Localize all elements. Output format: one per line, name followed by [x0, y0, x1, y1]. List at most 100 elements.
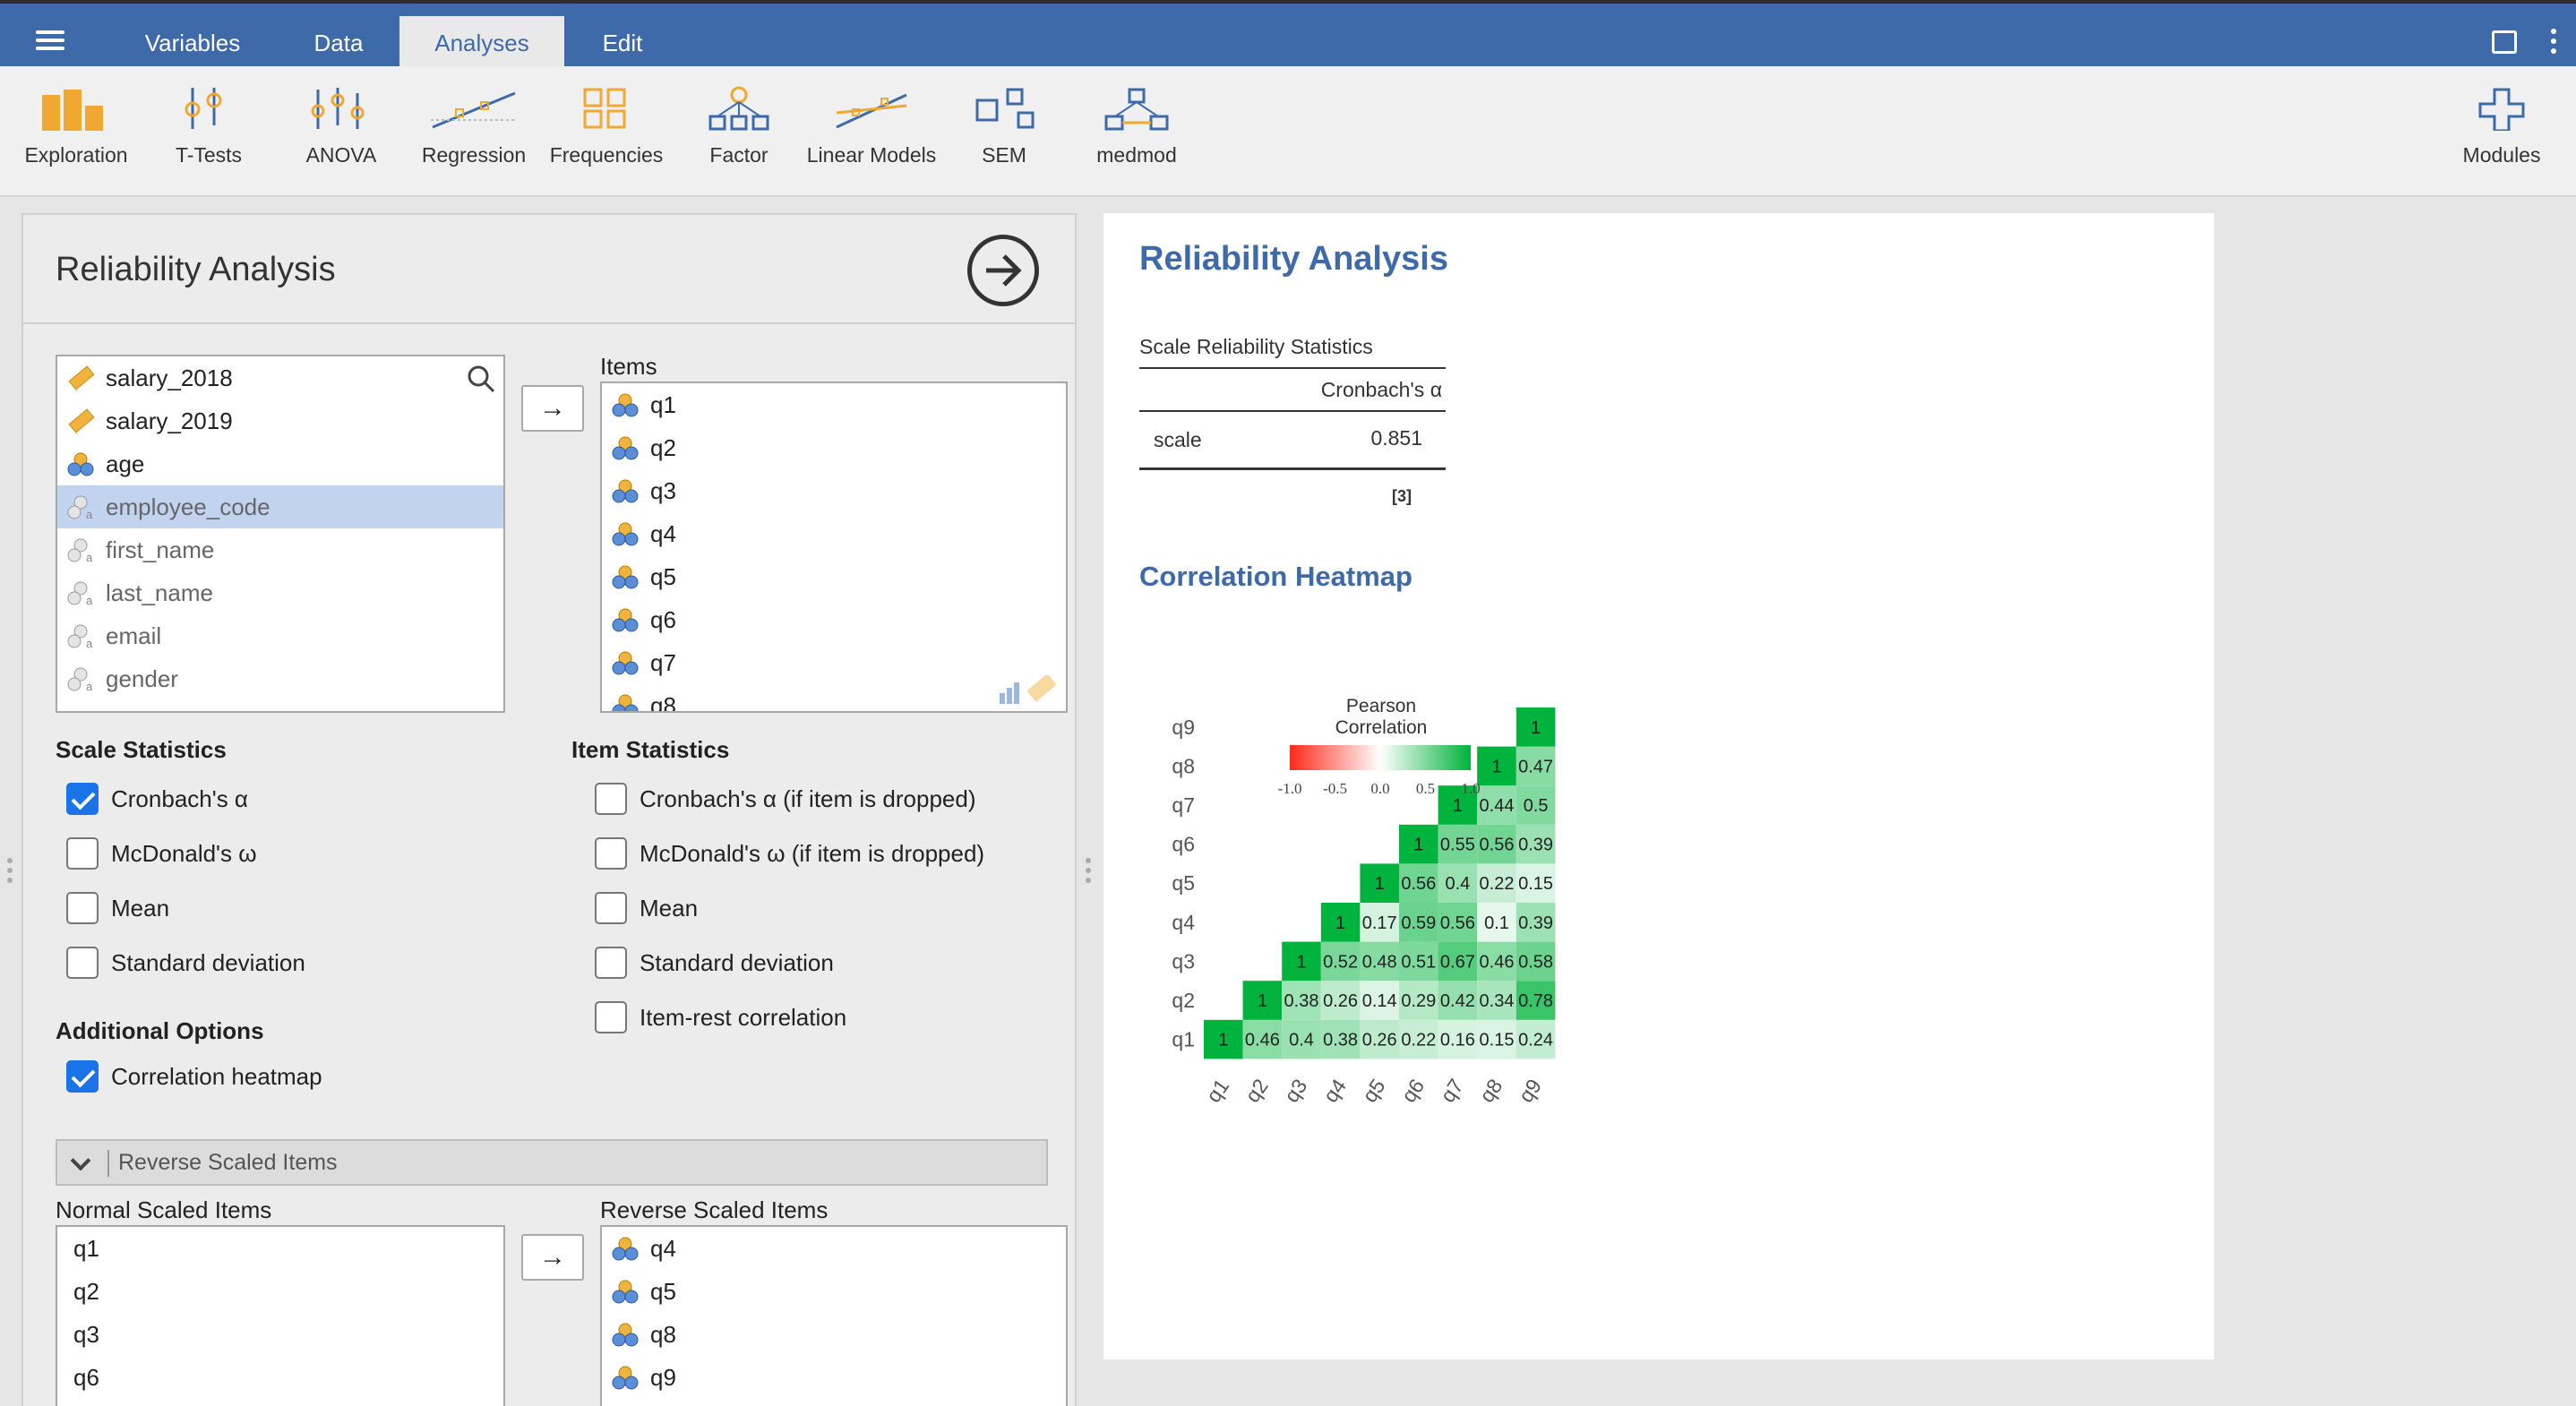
variable-list[interactable]: salary_2018 salary_2019 age a employee_code a…	[56, 355, 505, 713]
checkbox-empty-icon	[595, 783, 627, 815]
item-item-rest-correlation-checkbox[interactable]: Item-rest correlation	[595, 999, 846, 1035]
heatmap-x-tick-label: q9	[1514, 1075, 1546, 1107]
variable-nominal-icon	[612, 1366, 639, 1390]
scale-mcdonald-s-checkbox[interactable]: McDonald's ω	[66, 836, 257, 871]
variable-id-icon: a	[67, 495, 93, 519]
modules-button[interactable]: Modules	[2434, 86, 2569, 167]
item-mcdonald-s-if-item-is-dropped-checkbox[interactable]: McDonald's ω (if item is dropped)	[595, 836, 984, 871]
variable-item-employee-code[interactable]: a employee_code	[57, 485, 503, 528]
heatmap-cell-value: 0.34	[1480, 991, 1515, 1011]
legend-tick-label: 1.0	[1461, 780, 1480, 797]
left-splitter-handle[interactable]	[7, 858, 13, 887]
tab-analyses[interactable]: Analyses	[399, 16, 564, 70]
heatmap-y-tick-label: q7	[1172, 793, 1195, 817]
checkbox-label: Cronbach's α (if item is dropped)	[640, 785, 976, 812]
additional-correlation-heatmap-checkbox[interactable]: Correlation heatmap	[66, 1059, 322, 1094]
more-options-icon[interactable]	[2551, 29, 2556, 58]
item-standard-deviation-checkbox[interactable]: Standard deviation	[595, 945, 834, 981]
legend-title-line1: Pearson	[1346, 696, 1416, 716]
normal-item-q6[interactable]: q6	[57, 1356, 503, 1399]
heatmap-cell-value: 0.58	[1518, 952, 1553, 972]
heatmap-x-tick-label: q5	[1358, 1075, 1390, 1107]
scale-standard-deviation-checkbox[interactable]: Standard deviation	[66, 945, 305, 981]
run-analysis-button[interactable]	[967, 235, 1039, 306]
heatmap-cell-value: 1	[1258, 991, 1267, 1011]
exploration-label: Exploration	[24, 143, 128, 167]
heatmap-cell-value: 0.56	[1401, 874, 1436, 894]
item-q1[interactable]: q1	[602, 383, 1066, 426]
item-q2[interactable]: q2	[602, 426, 1066, 469]
modules-label: Modules	[2462, 143, 2541, 167]
plus-icon	[2478, 88, 2525, 131]
item-q4[interactable]: q4	[602, 512, 1066, 555]
variable-nominal-icon	[612, 479, 639, 503]
tab-data[interactable]: Data	[285, 16, 392, 70]
reverse-item-q8[interactable]: q8	[602, 1313, 1066, 1356]
reverse-item-q9[interactable]: q9	[602, 1356, 1066, 1399]
medmod-button[interactable]: medmod	[1069, 86, 1204, 167]
item-q5[interactable]: q5	[602, 555, 1066, 598]
scale-cronbach-s-checkbox[interactable]: Cronbach's α	[66, 781, 248, 817]
sem-button[interactable]: SEM	[937, 86, 1071, 167]
anova-button[interactable]: ANOVA	[274, 86, 408, 167]
exploration-button[interactable]: Exploration	[9, 86, 143, 167]
t-tests-button[interactable]: T-Tests	[142, 86, 276, 167]
scale-mean-checkbox[interactable]: Mean	[66, 890, 169, 926]
variable-item-salary-2019[interactable]: salary_2019	[57, 399, 503, 442]
linear-models-label: Linear Models	[806, 143, 937, 167]
item-label: q6	[650, 606, 676, 633]
panel-splitter-handle[interactable]	[1086, 858, 1091, 887]
variable-item-salary-2018[interactable]: salary_2018	[57, 356, 503, 399]
items-list[interactable]: q1 q2 q3 q4 q5 q6 q7 q8	[600, 382, 1068, 713]
variable-nominal-icon	[612, 436, 639, 460]
heatmap-cell-value: 1	[1531, 718, 1541, 738]
heatmap-y-tick-label: q9	[1172, 716, 1195, 739]
item-cronbach-s-if-item-is-dropped-checkbox[interactable]: Cronbach's α (if item is dropped)	[595, 781, 975, 817]
heatmap-cell-value: 0.52	[1323, 952, 1358, 972]
checkbox-empty-icon	[595, 837, 627, 870]
variable-type-icon	[1000, 675, 1057, 704]
medmod-icon	[1104, 88, 1169, 131]
factor-button[interactable]: Factor	[672, 86, 806, 167]
variable-item-first-name[interactable]: a first_name	[57, 528, 503, 571]
item-q3[interactable]: q3	[602, 469, 1066, 512]
variable-item-last-name[interactable]: a last_name	[57, 571, 503, 614]
normal-item-q3[interactable]: q3	[57, 1313, 503, 1356]
hamburger-menu-icon[interactable]	[36, 30, 64, 52]
move-to-reverse-button[interactable]: →	[521, 1234, 584, 1281]
heatmap-x-tick-label: q3	[1279, 1075, 1311, 1107]
item-q6[interactable]: q6	[602, 598, 1066, 641]
variable-item-gender[interactable]: a gender	[57, 657, 503, 700]
item-q8[interactable]: q8	[602, 684, 1066, 711]
linear-models-button[interactable]: Linear Models	[804, 86, 939, 167]
heatmap-cell-value: 1	[1491, 757, 1501, 776]
heatmap-cell-value: 0.26	[1323, 991, 1358, 1011]
normal-item-q2[interactable]: q2	[57, 1270, 503, 1313]
variable-id-icon: a	[67, 538, 93, 562]
tab-edit[interactable]: Edit	[573, 16, 672, 70]
reverse-scaled-items-section[interactable]: Reverse Scaled Items	[56, 1139, 1048, 1186]
frequencies-button[interactable]: Frequencies	[539, 86, 674, 167]
heatmap-cell-value: 0.15	[1518, 874, 1553, 894]
search-icon[interactable]	[466, 364, 496, 394]
normal-item-q1[interactable]: q1	[57, 1227, 503, 1270]
heatmap-cell-value: 0.16	[1440, 1031, 1475, 1050]
regression-button[interactable]: Regression	[407, 86, 541, 167]
anova-label: ANOVA	[305, 143, 377, 167]
reverse-item-q4[interactable]: q4	[602, 1227, 1066, 1270]
reverse-item-q5[interactable]: q5	[602, 1270, 1066, 1313]
normal-scaled-list[interactable]: q1 q2 q3 q6	[56, 1225, 505, 1406]
item-mean-checkbox[interactable]: Mean	[595, 890, 698, 926]
item-q7[interactable]: q7	[602, 641, 1066, 684]
reverse-scaled-list[interactable]: q4 q5 q8 q9	[600, 1225, 1068, 1406]
toggle-results-icon[interactable]	[2492, 30, 2517, 54]
checkbox-label: Item-rest correlation	[640, 1004, 847, 1031]
variable-item-email[interactable]: a email	[57, 614, 503, 657]
title-divider	[23, 322, 1077, 324]
tab-variables[interactable]: Variables	[115, 16, 270, 70]
factor-icon	[708, 86, 769, 131]
move-to-items-button[interactable]: →	[521, 385, 584, 432]
normal-item-label: q1	[73, 1235, 99, 1262]
heatmap-cell-value: 0.39	[1518, 913, 1553, 933]
variable-item-age[interactable]: age	[57, 442, 503, 485]
